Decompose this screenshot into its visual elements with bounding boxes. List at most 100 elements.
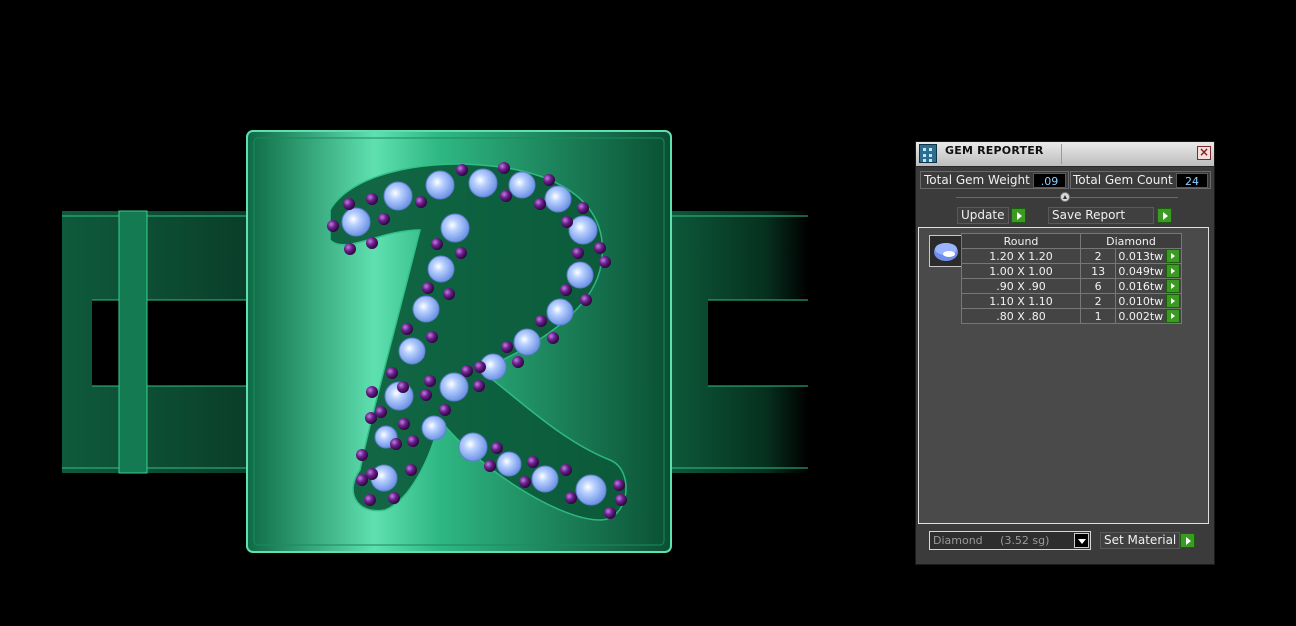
purple-prong: [535, 315, 547, 327]
set-material-label: Set Material: [1104, 533, 1177, 547]
purple-prong: [365, 412, 377, 424]
row-go-icon[interactable]: [1166, 294, 1180, 308]
purple-prong: [327, 220, 339, 232]
update-button[interactable]: Update: [957, 207, 1009, 224]
purple-prong: [364, 494, 376, 506]
purple-prong: [424, 375, 436, 387]
gem-count-cell: 2: [1079, 293, 1117, 309]
blue-gem: [496, 451, 522, 477]
purple-prong: [604, 507, 616, 519]
title-separator: [1061, 144, 1062, 164]
blue-gem: [458, 432, 488, 462]
model-viewport[interactable]: [0, 0, 900, 626]
save-report-go-icon[interactable]: [1157, 208, 1172, 223]
purple-prong: [378, 213, 390, 225]
ring-shank-right: [668, 211, 808, 473]
purple-prong: [420, 389, 432, 401]
panel-title: GEM REPORTER: [945, 144, 1044, 157]
gem-size-cell: 1.10 X 1.10: [961, 293, 1081, 309]
purple-prong: [386, 367, 398, 379]
purple-prong: [388, 492, 400, 504]
table-row[interactable]: 1.00 X 1.00 13 0.049tw: [961, 263, 1182, 279]
purple-prong: [580, 294, 592, 306]
gem-count-cell: 13: [1079, 263, 1117, 279]
panel-titlebar[interactable]: GEM REPORTER ×: [916, 142, 1214, 167]
purple-prong: [390, 438, 402, 450]
purple-prong: [473, 380, 485, 392]
set-material-button[interactable]: Set Material: [1100, 532, 1180, 549]
purple-prong: [398, 418, 410, 430]
gem-table: Round Diamond 1.20 X 1.20 2 0.013tw 1.00 X …: [961, 233, 1182, 324]
purple-prong: [344, 243, 356, 255]
blue-gem: [468, 168, 498, 198]
blue-gem: [439, 372, 469, 402]
set-material-go-icon[interactable]: [1180, 533, 1195, 548]
gem-count-cell: 1: [1079, 308, 1117, 324]
gem-reporter-panel: GEM REPORTER × Total Gem Weight .09 Tota…: [915, 141, 1215, 565]
material-dropdown[interactable]: Diamond (3.52 sg): [929, 531, 1091, 550]
purple-prong: [401, 323, 413, 335]
purple-prong: [405, 464, 417, 476]
table-row[interactable]: 1.10 X 1.10 2 0.010tw: [961, 293, 1182, 309]
table-row[interactable]: .90 X .90 6 0.016tw: [961, 278, 1182, 294]
blue-gem: [421, 415, 447, 441]
gem-size-cell: 1.00 X 1.00: [961, 263, 1081, 279]
purple-prong: [560, 284, 572, 296]
purple-prong: [484, 460, 496, 472]
purple-prong: [561, 216, 573, 228]
purple-prong: [527, 456, 539, 468]
update-label: Update: [961, 208, 1005, 222]
gem-weight-text: 0.049tw: [1118, 264, 1164, 278]
total-count-label: Total Gem Count: [1073, 173, 1173, 187]
purple-prong: [431, 238, 443, 250]
blue-gem: [425, 170, 455, 200]
shape-header: Round: [961, 233, 1081, 249]
gem-weight-text: 0.002tw: [1118, 309, 1164, 323]
purple-prong: [397, 381, 409, 393]
purple-prong: [407, 435, 419, 447]
row-go-icon[interactable]: [1166, 264, 1180, 278]
purple-prong: [577, 202, 589, 214]
blue-gem: [531, 465, 559, 493]
material-header: Diamond: [1080, 233, 1182, 249]
purple-prong: [512, 356, 524, 368]
gem-count-cell: 6: [1079, 278, 1117, 294]
blue-gem: [412, 295, 440, 323]
purple-prong: [415, 196, 427, 208]
gem-weight-text: 0.010tw: [1118, 294, 1164, 308]
update-go-icon[interactable]: [1011, 208, 1026, 223]
blue-gem: [544, 185, 572, 213]
blue-gem: [383, 181, 413, 211]
blue-gem: [575, 474, 607, 506]
row-go-icon[interactable]: [1166, 279, 1180, 293]
gem-weight-cell: 0.049tw: [1115, 263, 1182, 279]
table-row[interactable]: 1.20 X 1.20 2 0.013tw: [961, 248, 1182, 264]
purple-prong: [366, 468, 378, 480]
gem-reporter-icon: [919, 144, 937, 163]
collapse-toggle-icon[interactable]: [1060, 192, 1070, 202]
blue-gem: [568, 215, 598, 245]
row-go-icon[interactable]: [1166, 249, 1180, 263]
purple-prong: [366, 386, 378, 398]
gem-weight-cell: 0.016tw: [1115, 278, 1182, 294]
table-row[interactable]: .80 X .80 1 0.002tw: [961, 308, 1182, 324]
gem-list[interactable]: Round Diamond 1.20 X 1.20 2 0.013tw 1.00 X …: [918, 227, 1209, 524]
material-select-value: Diamond (3.52 sg): [933, 534, 1050, 547]
round-gem-icon[interactable]: [929, 235, 963, 267]
purple-prong: [474, 361, 486, 373]
close-button[interactable]: ×: [1197, 146, 1211, 160]
purple-prong: [500, 190, 512, 202]
row-go-icon[interactable]: [1166, 309, 1180, 323]
save-report-label: Save Report: [1052, 208, 1126, 222]
dropdown-arrow-icon[interactable]: [1074, 533, 1089, 548]
purple-prong: [456, 164, 468, 176]
purple-prong: [439, 404, 451, 416]
gem-size-cell: .80 X .80: [961, 308, 1081, 324]
gem-weight-text: 0.013tw: [1118, 249, 1164, 263]
total-count-value: 24: [1176, 173, 1208, 188]
blue-gem: [513, 328, 541, 356]
save-report-button[interactable]: Save Report: [1048, 207, 1154, 224]
purple-prong: [498, 162, 510, 174]
purple-prong: [572, 247, 584, 259]
gem-weight-cell: 0.002tw: [1115, 308, 1182, 324]
